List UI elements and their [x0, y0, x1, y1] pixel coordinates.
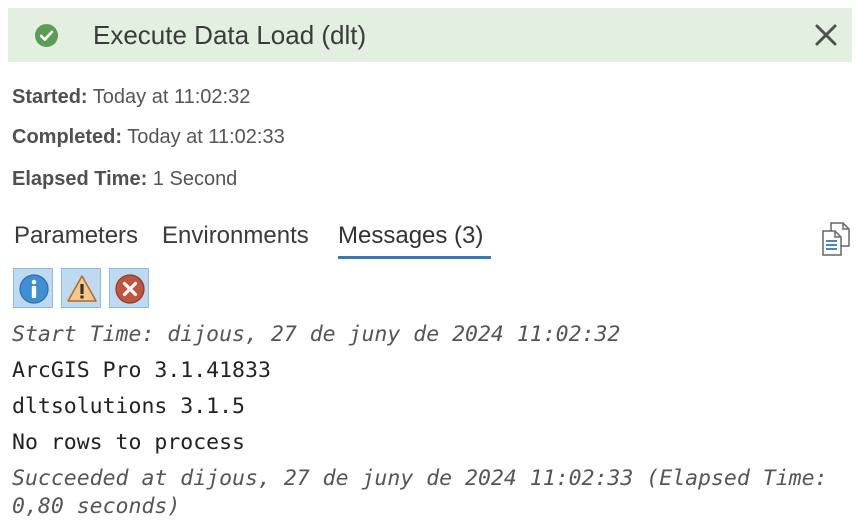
- warning-filter-button[interactable]: [61, 268, 101, 308]
- info-icon: [19, 274, 49, 304]
- copy-button[interactable]: [820, 222, 852, 256]
- started-value: Today at 11:02:32: [92, 86, 251, 108]
- completed-row: Completed: Today at 11:02:33: [12, 124, 285, 150]
- started-row: Started: Today at 11:02:32: [12, 84, 250, 110]
- message-line: No rows to process: [12, 430, 245, 455]
- error-icon: [115, 274, 145, 304]
- message-line: Start Time: dijous, 27 de juny de 2024 1…: [12, 322, 621, 347]
- started-label: Started:: [12, 86, 88, 108]
- active-tab-indicator: [338, 256, 491, 259]
- tab-messages[interactable]: Messages (3): [338, 220, 483, 252]
- tab-environments[interactable]: Environments: [162, 220, 309, 252]
- warning-icon: [67, 275, 97, 302]
- message-line: 0,80 seconds): [12, 494, 181, 519]
- completed-value: Today at 11:02:33: [127, 126, 285, 148]
- info-filter-button[interactable]: [13, 268, 53, 308]
- close-icon: [815, 24, 837, 46]
- close-button[interactable]: [813, 22, 839, 48]
- message-line: dltsolutions 3.1.5: [12, 394, 245, 419]
- result-header: Execute Data Load (dlt): [8, 8, 852, 62]
- page-title: Execute Data Load (dlt): [93, 20, 367, 50]
- message-line: Succeeded at dijous, 27 de juny de 2024 …: [12, 466, 828, 491]
- tab-parameters[interactable]: Parameters: [14, 220, 138, 252]
- completed-label: Completed:: [12, 126, 122, 148]
- elapsed-row: Elapsed Time: 1 Second: [12, 166, 237, 192]
- copy-icon: [822, 222, 850, 256]
- message-line: ArcGIS Pro 3.1.41833: [12, 358, 271, 383]
- elapsed-value: 1 Second: [152, 168, 238, 190]
- error-filter-button[interactable]: [109, 268, 149, 308]
- check-circle-icon: [35, 24, 58, 47]
- elapsed-label: Elapsed Time:: [12, 168, 148, 190]
